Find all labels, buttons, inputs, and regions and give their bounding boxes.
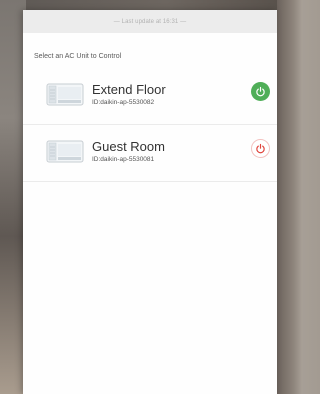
power-toggle-button[interactable] [251,139,270,158]
power-icon [256,143,265,154]
unit-name: Guest Room [92,139,165,154]
power-toggle-button[interactable] [251,82,270,101]
power-icon [256,86,265,97]
unit-id: ID:daikin-ap-5530082 [92,99,155,106]
instruction-text: Select an AC Unit to Control [34,53,122,60]
background-blur-top [0,0,277,10]
ac-unit-row-extend-floor[interactable]: Extend Floor ID:daikin-ap-5530082 [23,68,277,125]
last-update-bar: — Last update at 16:31 — [23,10,277,33]
unit-name: Extend Floor [92,82,166,97]
unit-id: ID:daikin-ap-5530081 [92,156,155,163]
ac-unit-panel: — Last update at 16:31 — Select an AC Un… [23,10,277,394]
last-update-text: — Last update at 16:31 — [113,18,187,25]
ac-unit-row-guest-room[interactable]: Guest Room ID:daikin-ap-5530081 [23,125,277,182]
ac-unit-icon [46,83,84,106]
ac-unit-icon [46,140,84,163]
ac-unit-list: Extend Floor ID:daikin-ap-5530082 Guest … [23,68,277,182]
